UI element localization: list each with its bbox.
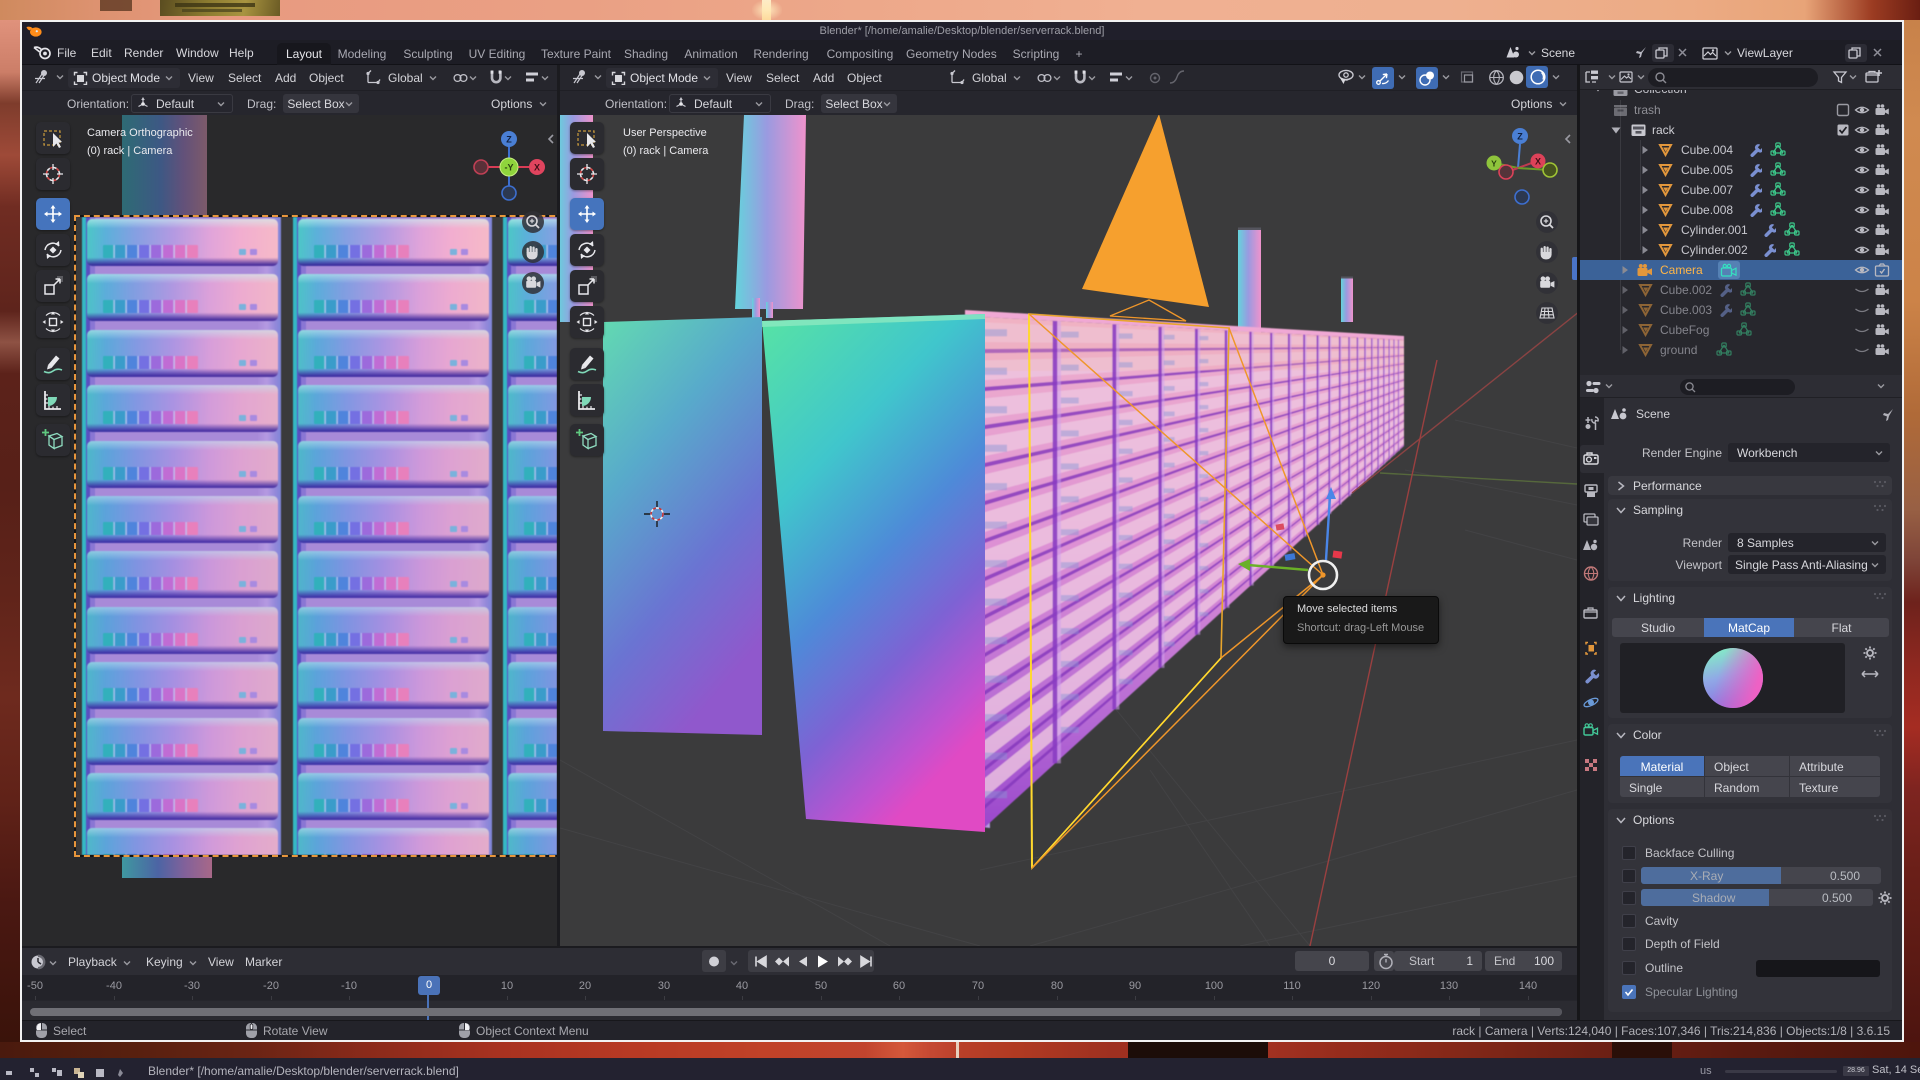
svg-text:-Y: -Y [505, 163, 514, 173]
svg-text:Z: Z [506, 135, 512, 145]
svg-text:Z: Z [1517, 132, 1523, 142]
svg-text:X: X [534, 163, 540, 173]
svg-text:Y: Y [1491, 159, 1497, 169]
svg-text:X: X [1535, 157, 1541, 167]
